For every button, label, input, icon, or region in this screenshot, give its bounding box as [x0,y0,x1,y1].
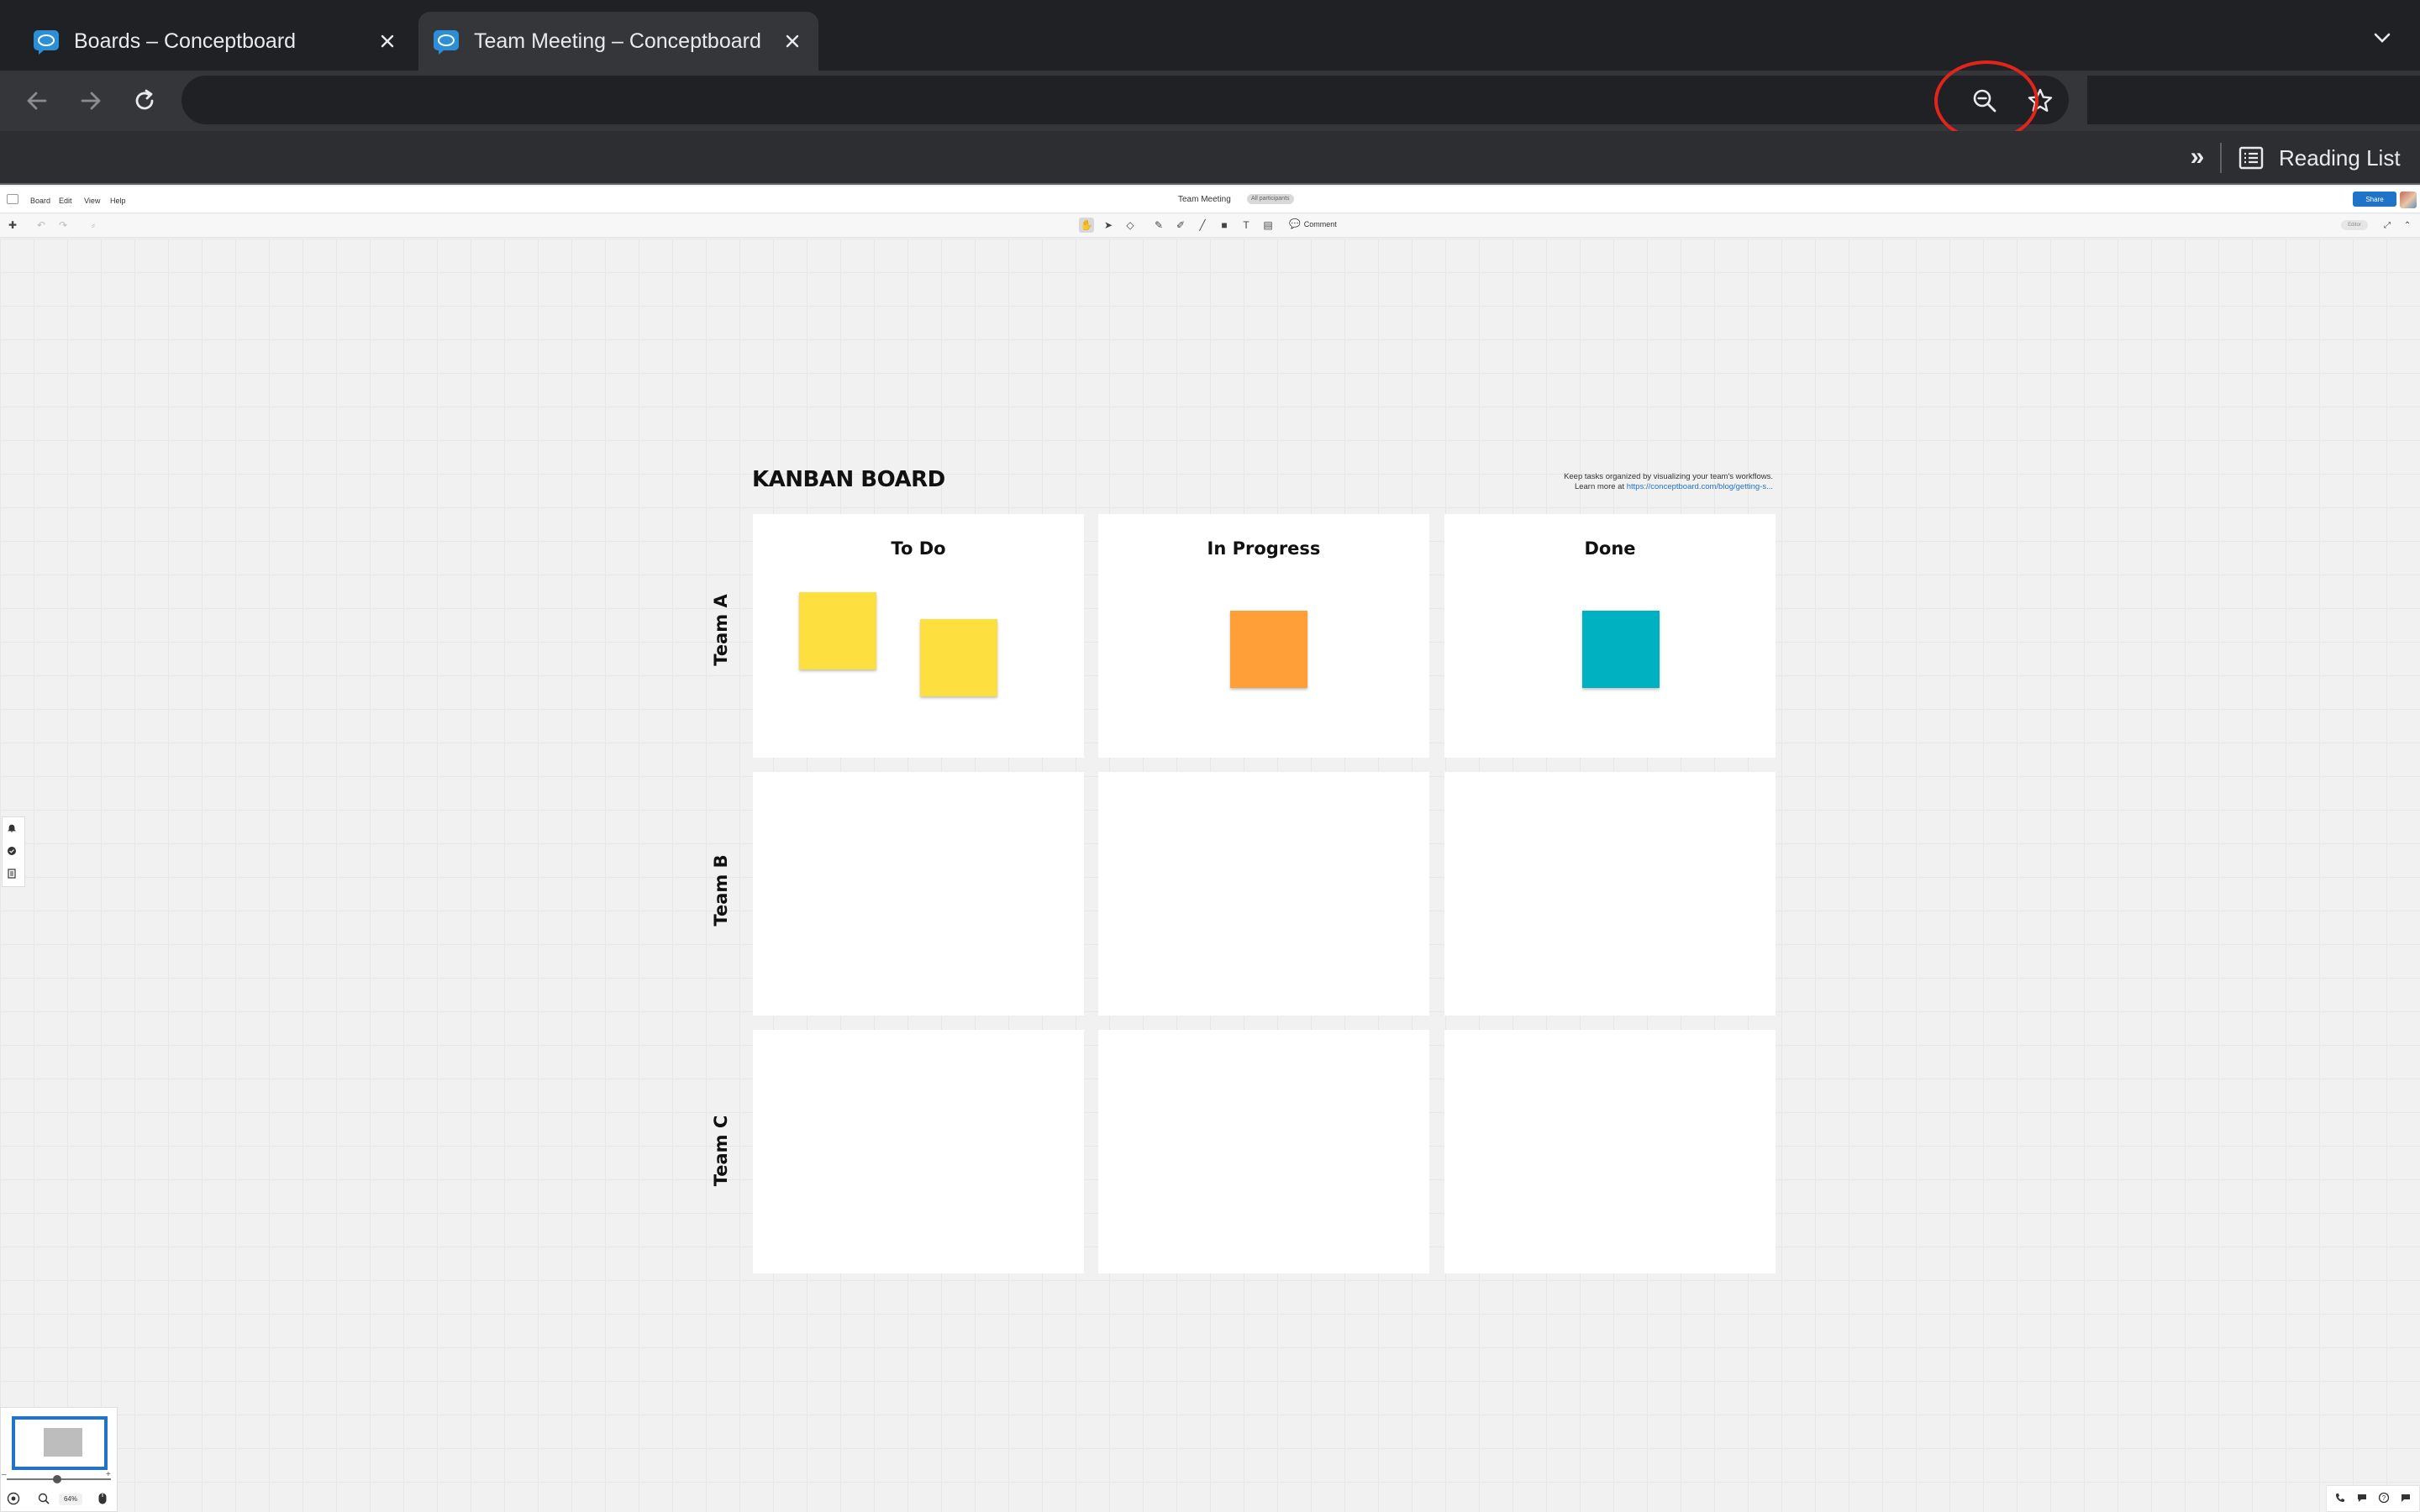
bookmarks-overflow-chevron[interactable]: » [2183,141,2212,173]
cell-team-b-in-progress[interactable] [1098,772,1429,1016]
browser-tab-strip: Boards – Conceptboard Team Meeting – Con… [0,0,2420,71]
board-menu-icon[interactable] [7,194,18,204]
tab-team-meeting[interactable]: Team Meeting – Conceptboard [418,12,818,71]
navigator-thumbnail [44,1428,82,1457]
cell-team-b-done[interactable] [1444,772,1776,1016]
svg-text:?: ? [2382,1494,2386,1502]
tab-boards[interactable]: Boards – Conceptboard [18,12,413,71]
zoom-minus-icon[interactable]: – [2,1470,7,1479]
chat-icon[interactable] [2356,1492,2368,1504]
tab-search-chevron-down-icon[interactable] [2370,25,2395,50]
address-bar[interactable] [182,76,2069,124]
comment-button[interactable]: 💬 Comment [1289,218,1337,229]
cell-team-b-todo[interactable] [753,772,1084,1016]
mouse-icon[interactable] [94,1490,111,1507]
kanban-title[interactable]: KANBAN BOARD [752,467,945,492]
close-tab-icon[interactable] [373,27,402,55]
feedback-icon[interactable] [2400,1492,2412,1504]
shapes-icon[interactable]: ■ [1217,218,1232,233]
profile-area [2087,76,2420,124]
kanban-description[interactable]: Keep tasks organized by visualizing your… [1462,472,1773,492]
sticky-note[interactable] [920,619,997,696]
column-header-to-do[interactable]: To Do [753,538,1084,559]
sticky-note[interactable] [799,592,876,669]
fullscreen-icon[interactable]: ⤢ [2380,218,2395,233]
reading-list-icon [2238,146,2264,170]
zoom-magnifier-icon[interactable] [35,1490,52,1507]
line-icon[interactable]: ╱ [1195,218,1210,233]
kanban-description-prefix: Learn more at [1574,482,1627,491]
select-arrow-icon[interactable]: ➤ [1101,218,1116,233]
bookmarks-bar [0,131,2420,185]
phone-icon[interactable] [2334,1492,2346,1504]
kanban-learn-more-link[interactable]: https://conceptboard.com/blog/getting-s.… [1627,482,1773,491]
avatar[interactable] [2400,192,2417,208]
kanban-description-line1: Keep tasks organized by visualizing your… [1564,472,1773,481]
collapse-chevron-up-icon[interactable]: ⌃ [2400,218,2415,233]
tab-title: Boards – Conceptboard [74,29,297,53]
menu-view[interactable]: View [84,197,100,205]
back-arrow-icon[interactable] [20,84,54,118]
marker-icon[interactable]: ✐ [1173,218,1188,233]
participants-badge[interactable]: All participants [1247,194,1294,204]
help-icon[interactable]: ? [2378,1492,2390,1504]
column-header-done[interactable]: Done [1444,538,1776,559]
menu-edit[interactable]: Edit [59,197,72,205]
editor-badge: Editor [2341,220,2368,230]
reading-list-button[interactable]: Reading List [2238,139,2401,176]
comment-icon: 💬 [1289,219,1301,229]
menu-board[interactable]: Board [30,197,50,205]
navigator-viewport[interactable] [12,1416,108,1470]
zoom-slider-handle[interactable] [53,1475,61,1483]
bookmarks-divider [2220,143,2222,173]
share-label: Share [2365,195,2384,203]
row-label-team-b[interactable]: Team B [711,840,736,941]
cell-team-c-done[interactable] [1444,1030,1776,1273]
conceptboard-favicon-icon [34,30,59,55]
sticky-note[interactable] [1582,611,1660,688]
row-label-team-c[interactable]: Team C [711,1100,736,1201]
cell-team-c-todo[interactable] [753,1030,1084,1273]
cell-team-c-in-progress[interactable] [1098,1030,1429,1273]
add-icon[interactable]: ✚ [5,218,20,233]
comment-label: Comment [1303,219,1337,228]
column-header-in-progress[interactable]: In Progress [1098,538,1429,559]
navigator-toggle-icon[interactable] [5,1490,22,1507]
list-icon[interactable] [7,869,17,879]
eraser-icon[interactable]: ◇ [1123,218,1138,233]
hand-tool-icon[interactable]: ✋ [1079,218,1094,233]
row-label-team-a[interactable]: Team A [711,580,736,680]
tools-bar [0,214,2420,238]
notification-bell-icon[interactable] [7,823,17,833]
text-icon[interactable]: T [1239,218,1254,233]
forward-arrow-icon[interactable] [74,84,108,118]
pen-icon[interactable]: ✎ [1151,218,1166,233]
tab-title: Team Meeting – Conceptboard [474,29,761,53]
reading-list-label: Reading List [2279,144,2401,171]
redo-icon[interactable]: ↷ [55,218,71,233]
undo-icon[interactable]: ↶ [34,218,49,233]
board-title[interactable]: Team Meeting [1178,195,1231,204]
zoom-plus-icon[interactable]: + [106,1470,111,1479]
share-button[interactable]: Share [2353,192,2396,207]
sticky-note-icon[interactable]: ▤ [1260,218,1276,233]
reload-icon[interactable] [128,84,161,118]
zoom-level[interactable]: 64% [59,1494,82,1505]
menu-help[interactable]: Help [110,197,126,205]
format-painter-icon[interactable]: ⸗ [86,218,101,233]
sticky-note[interactable] [1230,611,1307,688]
tasks-check-icon[interactable] [7,846,17,856]
close-tab-icon[interactable] [778,27,807,55]
conceptboard-favicon-icon [434,30,459,55]
highlight-circle [1934,60,2039,141]
